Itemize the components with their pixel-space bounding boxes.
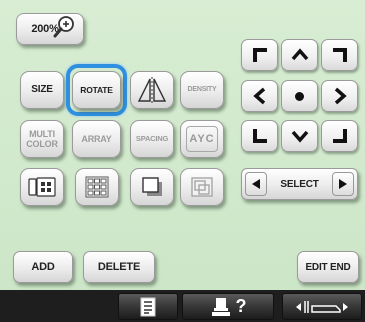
select-next-button[interactable] <box>332 172 354 196</box>
magnifier-plus-icon <box>53 16 74 38</box>
edit-end-button[interactable]: EDIT END <box>297 251 359 283</box>
move-down-left-button[interactable] <box>241 120 278 152</box>
rotate-button[interactable]: ROTATE <box>72 71 121 109</box>
spacing-label: SPACING <box>135 134 169 143</box>
chevron-right-icon <box>334 87 347 105</box>
corner-up-left-icon <box>252 48 267 62</box>
help-button[interactable]: ? <box>182 293 274 320</box>
character-spacing-icon-text: AYC <box>189 133 215 145</box>
mirror-button[interactable] <box>130 71 174 109</box>
corner-down-right-icon <box>332 129 347 143</box>
triangle-left-icon <box>252 179 260 189</box>
grid-icon <box>85 176 109 198</box>
character-spacing-icon: AYC <box>186 126 218 152</box>
settings-list-icon <box>140 297 156 316</box>
delete-label: DELETE <box>97 261 141 273</box>
density-label: DENSITY <box>187 86 217 93</box>
border-disabled-button[interactable] <box>180 168 224 206</box>
border-button[interactable] <box>130 168 174 206</box>
center-button[interactable] <box>281 80 318 112</box>
corner-down-left-icon <box>252 129 267 143</box>
multi-color-button[interactable]: MULTI COLOR <box>20 120 64 158</box>
chevron-up-icon <box>291 48 308 61</box>
character-spacing-button[interactable]: AYC <box>180 120 224 158</box>
array-label: ARRAY <box>81 134 112 144</box>
move-down-right-button[interactable] <box>321 120 358 152</box>
hoop-frame-button[interactable] <box>20 168 64 206</box>
move-down-button[interactable] <box>281 120 318 152</box>
add-button[interactable]: ADD <box>13 251 73 283</box>
chevron-left-icon <box>252 87 265 105</box>
border-icon <box>142 177 162 196</box>
zoom-button[interactable]: 200% <box>16 13 84 45</box>
help-question-mark: ? <box>235 296 247 316</box>
corner-up-right-icon <box>332 48 347 62</box>
move-up-right-button[interactable] <box>321 39 358 71</box>
border-disabled-icon <box>191 177 213 197</box>
edit-end-label: EDIT END <box>305 261 351 273</box>
select-label: SELECT <box>280 178 319 190</box>
select-previous-button[interactable] <box>245 172 267 196</box>
center-dot-icon <box>295 91 304 101</box>
grid-button[interactable] <box>75 168 119 206</box>
move-up-button[interactable] <box>281 39 318 71</box>
mirror-flip-icon <box>137 77 167 103</box>
density-button[interactable]: DENSITY <box>180 71 224 109</box>
multi-color-label-line1: MULTI <box>29 129 55 139</box>
move-up-left-button[interactable] <box>241 39 278 71</box>
spacing-button[interactable]: SPACING <box>130 120 174 158</box>
size-label: SIZE <box>31 84 53 95</box>
size-button[interactable]: SIZE <box>20 71 64 109</box>
select-control: SELECT <box>241 168 358 200</box>
add-label: ADD <box>31 261 55 273</box>
rotate-label: ROTATE <box>80 85 113 95</box>
settings-button[interactable] <box>118 293 178 320</box>
chevron-down-icon <box>291 130 308 143</box>
delete-button[interactable]: DELETE <box>83 251 155 283</box>
multi-color-label-line2: COLOR <box>26 139 58 149</box>
move-left-button[interactable] <box>241 80 278 112</box>
array-button[interactable]: ARRAY <box>72 120 121 158</box>
move-right-button[interactable] <box>321 80 358 112</box>
triangle-right-icon <box>339 179 347 189</box>
presser-foot-button[interactable] <box>282 293 362 320</box>
presser-foot-icon <box>296 300 348 313</box>
embroidery-frame-icon <box>28 177 56 197</box>
sewing-machine-help-icon <box>211 297 230 316</box>
